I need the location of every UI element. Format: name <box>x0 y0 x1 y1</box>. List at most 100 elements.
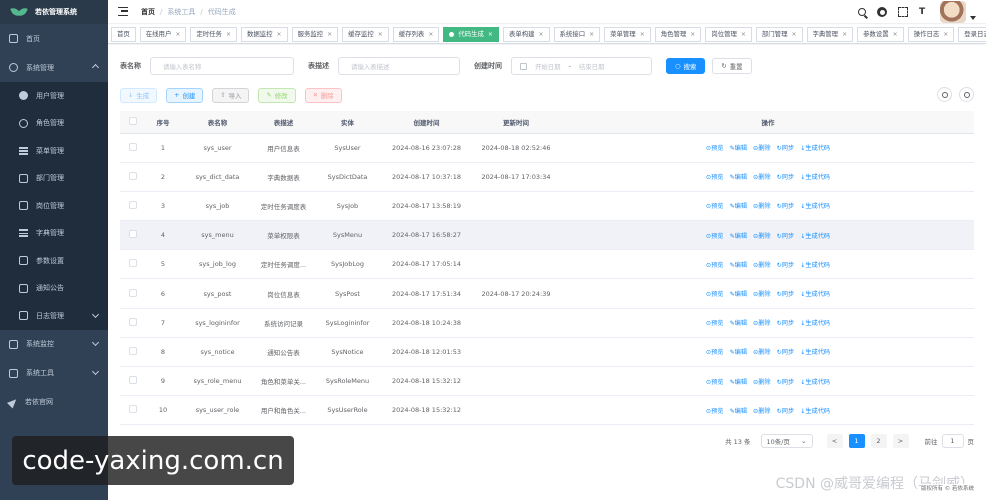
tag-17[interactable]: 登录日志× <box>958 26 986 42</box>
import-button[interactable]: ⇧ 导入 <box>212 87 250 103</box>
action-0-button[interactable]: ⊙预览 <box>706 289 724 298</box>
action-2-button[interactable]: ⊝删除 <box>753 347 771 356</box>
row-checkbox[interactable] <box>120 366 146 397</box>
tag-14[interactable]: 字典管理 × <box>806 26 854 42</box>
tag-13[interactable]: 部门管理 × <box>755 26 803 42</box>
end-date-input[interactable]: 结束日期 <box>579 62 605 71</box>
tag-10[interactable]: 菜单管理 × <box>604 26 651 42</box>
sidebar-item-1[interactable]: 系统管理 <box>0 53 108 82</box>
action-1-button[interactable]: ✎编辑 <box>729 318 747 327</box>
sidebar-item-11[interactable]: 系统监控 <box>0 330 108 359</box>
tag-9[interactable]: 系统接口 × <box>553 26 601 42</box>
action-1-button[interactable]: ✎编辑 <box>729 231 747 240</box>
close-icon[interactable]: × <box>893 28 898 41</box>
close-icon[interactable]: × <box>175 28 180 41</box>
action-1-button[interactable]: ✎编辑 <box>729 143 747 152</box>
action-3-button[interactable]: ↻同步 <box>777 201 795 210</box>
row-checkbox[interactable] <box>120 191 146 222</box>
action-2-button[interactable]: ⊝删除 <box>753 377 771 386</box>
fullscreen-icon[interactable] <box>898 7 908 17</box>
action-3-button[interactable]: ↻同步 <box>777 318 795 327</box>
action-3-button[interactable]: ↻同步 <box>777 289 795 298</box>
sidebar-item-4[interactable]: 菜单管理 <box>0 137 108 165</box>
action-4-button[interactable]: ↓生成代码 <box>800 406 830 415</box>
tag-4[interactable]: 服务监控 × <box>291 26 339 42</box>
close-icon[interactable]: × <box>943 28 948 41</box>
action-4-button[interactable]: ↓生成代码 <box>800 347 830 356</box>
row-checkbox[interactable] <box>120 220 146 251</box>
avatar[interactable] <box>940 1 966 23</box>
table-row[interactable]: 7 sys_logininfor 系统访问记录 SysLogininfor 2024-0… <box>120 308 974 338</box>
tag-7[interactable]: 代码生成 × <box>443 26 499 42</box>
action-3-button[interactable]: ↻同步 <box>777 406 795 415</box>
action-1-button[interactable]: ✎编辑 <box>729 172 747 181</box>
sidebar-item-3[interactable]: 角色管理 <box>0 109 108 137</box>
sidebar-item-13[interactable]: 若依官网 <box>0 388 108 417</box>
hamburger-icon[interactable] <box>118 7 128 16</box>
action-1-button[interactable]: ✎编辑 <box>729 201 747 210</box>
sidebar-item-7[interactable]: 字典管理 <box>0 219 108 247</box>
generate-button[interactable]: ↓ 生成 <box>120 87 158 103</box>
table-row[interactable]: 1 sys_user 用户信息表 SysUser 2024-08-16 23:07:28… <box>120 133 974 163</box>
action-4-button[interactable]: ↓生成代码 <box>800 318 830 327</box>
close-icon[interactable]: × <box>842 28 847 41</box>
table-row[interactable]: 6 sys_post 岗位信息表 SysPost 2024-08-17 17:51:34… <box>120 278 974 309</box>
action-0-button[interactable]: ⊙预览 <box>706 231 724 240</box>
action-2-button[interactable]: ⊝删除 <box>753 172 771 181</box>
action-1-button[interactable]: ✎编辑 <box>729 406 747 415</box>
row-checkbox[interactable] <box>120 395 146 426</box>
action-0-button[interactable]: ⊙预览 <box>706 347 724 356</box>
row-checkbox[interactable] <box>120 278 146 309</box>
refresh-icon[interactable] <box>959 87 974 102</box>
table-row[interactable]: 2 sys_dict_data 字典数据表 SysDictData 2024-08-17… <box>120 162 974 192</box>
action-4-button[interactable]: ↓生成代码 <box>800 231 830 240</box>
table-row[interactable]: 8 sys_notice 通知公告表 SysNotice 2024-08-18 12:0… <box>120 337 974 368</box>
action-0-button[interactable]: ⊙预览 <box>706 377 724 386</box>
app-logo[interactable]: 若依管理系统 <box>0 0 108 24</box>
row-checkbox[interactable] <box>120 162 146 192</box>
row-checkbox[interactable] <box>120 337 146 368</box>
action-3-button[interactable]: ↻同步 <box>777 347 795 356</box>
caret-down-icon[interactable] <box>970 16 976 20</box>
table-comment-input[interactable]: 请输入表描述 <box>338 57 460 75</box>
sidebar-item-2[interactable]: 用户管理 <box>0 82 108 110</box>
table-row[interactable]: 5 sys_job_log 定时任务调度... SysJobLog 2024-08-17… <box>120 249 974 280</box>
tag-11[interactable]: 角色管理 × <box>654 26 702 42</box>
action-3-button[interactable]: ↻同步 <box>777 172 795 181</box>
action-0-button[interactable]: ⊙预览 <box>706 172 724 181</box>
action-0-button[interactable]: ⊙预览 <box>706 318 724 327</box>
tag-5[interactable]: 缓存监控 × <box>342 26 389 42</box>
github-icon[interactable] <box>877 7 887 17</box>
sidebar-item-10[interactable]: 日志管理 <box>0 302 108 330</box>
action-3-button[interactable]: ↻同步 <box>777 260 795 269</box>
sidebar-item-8[interactable]: 参数设置 <box>0 247 108 275</box>
table-row[interactable]: 4 sys_menu 菜单权限表 SysMenu 2024-08-17 16:58:27… <box>120 220 974 251</box>
action-4-button[interactable]: ↓生成代码 <box>800 377 830 386</box>
search-icon[interactable] <box>858 8 866 16</box>
search-button[interactable]: ○ 搜索 <box>666 58 706 74</box>
table-row[interactable]: 10 sys_user_role 用户和角色关... SysUserRole 2024-… <box>120 395 974 426</box>
reset-button[interactable]: ↻ 重置 <box>712 58 752 74</box>
action-4-button[interactable]: ↓生成代码 <box>800 260 830 269</box>
tag-8[interactable]: 表单构建 × <box>502 26 550 42</box>
action-2-button[interactable]: ⊝删除 <box>753 231 771 240</box>
select-all-checkbox[interactable] <box>120 111 146 134</box>
row-checkbox[interactable] <box>120 249 146 280</box>
close-icon[interactable]: × <box>488 28 493 41</box>
action-1-button[interactable]: ✎编辑 <box>729 289 747 298</box>
page-1-button[interactable]: 1 <box>848 434 865 448</box>
delete-button[interactable]: ✕ 删除 <box>304 87 342 103</box>
action-4-button[interactable]: ↓生成代码 <box>800 201 830 210</box>
font-size-icon[interactable]: T <box>919 7 929 17</box>
action-2-button[interactable]: ⊝删除 <box>753 318 771 327</box>
action-2-button[interactable]: ⊝删除 <box>753 406 771 415</box>
action-3-button[interactable]: ↻同步 <box>777 231 795 240</box>
close-icon[interactable]: × <box>226 28 231 41</box>
row-checkbox[interactable] <box>120 133 146 163</box>
close-icon[interactable]: × <box>327 28 332 41</box>
start-date-input[interactable]: 开始日期 <box>535 62 561 71</box>
page-size-select[interactable]: 10条/页 ⌄ <box>760 434 813 448</box>
table-row[interactable]: 3 sys_job 定时任务调度表 SysJob 2024-08-17 13:58:19… <box>120 191 974 222</box>
create-button[interactable]: + 创建 <box>166 87 204 103</box>
prev-page-button[interactable]: < <box>826 434 843 448</box>
